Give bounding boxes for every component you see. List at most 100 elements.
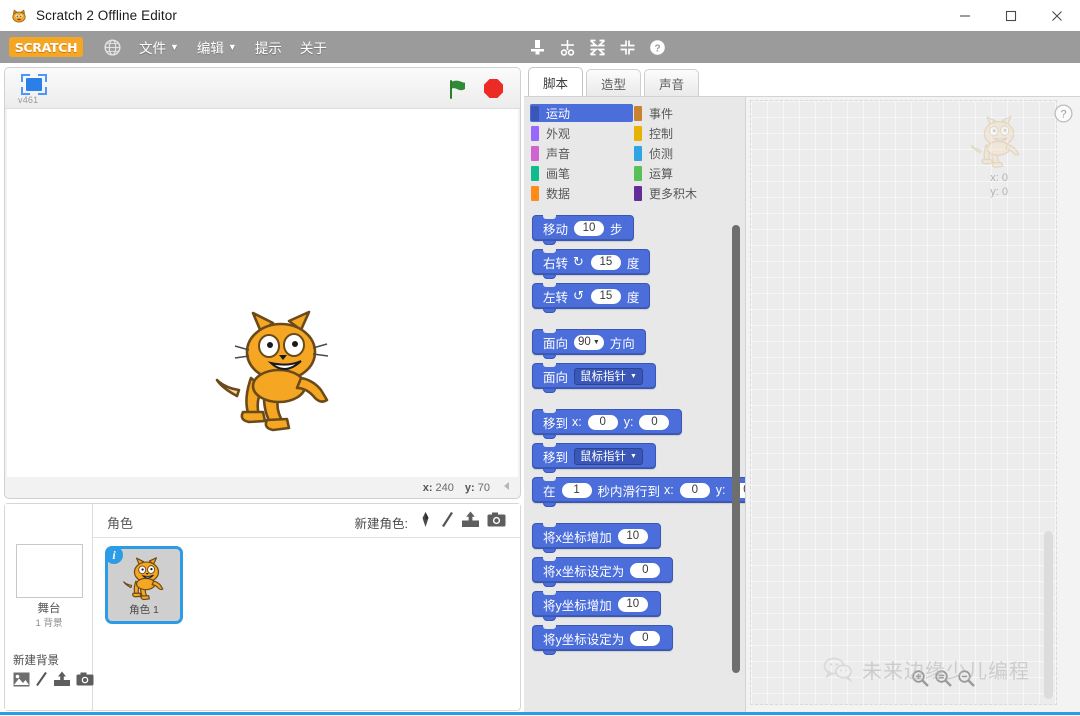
upload-icon[interactable] [461,511,480,533]
block-label: 移到 [543,416,569,431]
tab-costumes[interactable]: 造型 [586,69,641,96]
scratch-cat-sprite[interactable] [209,304,339,434]
close-icon[interactable] [1034,0,1080,31]
block-turn-right[interactable]: 右转 ↻ 15 度 [532,249,651,279]
category-data-label: 数据 [546,186,571,201]
category-looks[interactable]: 外观 [530,124,633,142]
block-row: 右转 ↻ 15 度 [524,249,745,279]
category-control[interactable]: 控制 [633,124,736,142]
library-image-icon[interactable] [13,672,30,692]
block-point-towards[interactable]: 面向 鼠标指针 ▼ [532,363,656,393]
stage-canvas[interactable] [7,109,518,477]
duplicate-icon[interactable] [528,38,546,56]
block-glide[interactable]: 在1秒内滑行到x:0y:0 [532,477,745,507]
block-number-input[interactable]: 15 [590,254,621,270]
block-number-input[interactable]: 10 [617,596,648,612]
canvas-scrollbar[interactable] [1044,531,1053,699]
block-move[interactable]: 移动 10 步 [532,215,634,245]
paint-brush-icon[interactable] [441,511,454,533]
block-label: 将x坐标设定为 [543,564,625,579]
block-number-dropdown[interactable]: 90 ▼ [574,334,604,350]
block-dropdown[interactable]: 鼠标指针 ▼ [574,367,643,385]
block-set-x-to[interactable]: 将x坐标设定为 0 [532,557,674,587]
menu-item-about[interactable]: 关于 [300,37,327,57]
script-canvas-area[interactable]: x: 0 y: 0 未来边缘少儿编程 [750,100,1057,705]
block-number-input[interactable]: 10 [617,528,648,544]
scratch-logo[interactable]: SCRATCH [9,37,83,57]
block-turn-left[interactable]: 左转 ↺ 15 度 [532,283,651,313]
shrink-icon[interactable] [618,38,636,56]
sprite-x-readout: x: 0 [990,172,1008,184]
cut-icon[interactable] [558,38,576,56]
block-label: 秒内滑行到 [597,484,661,499]
tab-scripts[interactable]: 脚本 [528,67,583,96]
block-dropdown[interactable]: 鼠标指针 ▼ [574,447,643,465]
category-motion[interactable]: 运动 [530,104,633,122]
chevron-down-icon: ▼ [170,41,179,52]
block-change-y-by[interactable]: 将y坐标增加 10 [532,591,661,621]
block-dropdown-value: 鼠标指针 [580,451,627,463]
menu-item-tips[interactable]: 提示 [255,37,282,57]
rotation-arrow-icon: ↻ [573,254,584,269]
block-go-to-xy[interactable]: 移到 x: 0 y: 0 [532,409,683,439]
stop-sign-icon[interactable] [483,78,504,99]
block-number-input[interactable]: 0 [639,414,670,430]
upload-icon[interactable] [53,671,71,692]
stage-column[interactable]: 舞台 1 背景 新建背景 [5,504,94,710]
block-row: 将y坐标设定为 0 [524,625,745,655]
category-events[interactable]: 事件 [633,104,736,122]
grow-icon[interactable] [588,38,606,56]
svg-text:?: ? [1060,109,1066,121]
category-more-blocks-label: 更多积木 [649,186,698,201]
block-label: 步 [610,222,623,237]
block-label: 左转 [543,290,569,305]
help-circle-icon[interactable]: ? [1053,103,1074,124]
minimize-icon[interactable] [942,0,988,31]
block-number-input[interactable]: 0 [679,482,710,498]
sprite-xy-readout: x: 0 y: 0 [990,171,1008,199]
block-number-input[interactable]: 0 [630,630,661,646]
category-data[interactable]: 数据 [530,184,633,202]
block-number-input[interactable]: 1 [561,482,592,498]
sprite-list: i 角色 1 [93,538,520,710]
stage-thumbnail[interactable] [16,544,83,598]
paint-brush-icon[interactable] [35,671,48,692]
category-pen[interactable]: 画笔 [530,164,633,182]
category-motion-label: 运动 [546,106,571,121]
collapse-left-icon[interactable] [497,476,517,496]
block-number-input[interactable]: 0 [587,414,618,430]
tab-sounds[interactable]: 声音 [644,69,699,96]
version-label: v461 [18,95,39,105]
block-point-in-direction[interactable]: 面向 90 ▼ 方向 [532,329,646,359]
menu-bar: SCRATCH 文件 ▼ 编辑 ▼ 提示 关于 ? [0,31,1080,63]
block-label: y: [715,483,726,497]
block-row: 在1秒内滑行到x:0y:0 [524,477,745,507]
block-change-x-by[interactable]: 将x坐标增加 10 [532,523,661,553]
camera-icon[interactable] [76,672,94,691]
block-number-input[interactable]: 10 [574,220,605,236]
category-sound[interactable]: 声音 [530,144,633,162]
category-operators[interactable]: 运算 [633,164,736,182]
block-number-input[interactable]: 15 [590,288,621,304]
menu-item-edit[interactable]: 编辑 ▼ [197,37,237,57]
list-item[interactable]: i 角色 1 [105,546,183,624]
camera-icon[interactable] [487,512,506,532]
script-canvas[interactable]: x: 0 y: 0 未来边缘少儿编程 ? [746,96,1080,715]
category-more-blocks[interactable]: 更多积木 [633,184,736,202]
globe-icon[interactable] [104,38,121,56]
block-number-input[interactable]: 0 [630,562,661,578]
help-icon[interactable]: ? [648,38,666,56]
block-go-to[interactable]: 移到 鼠标指针 ▼ [532,443,656,473]
palette-scrollbar[interactable] [732,225,740,673]
category-sensing[interactable]: 侦测 [633,144,736,162]
green-flag-icon[interactable] [446,78,468,100]
library-sprite-icon[interactable] [417,511,434,533]
block-group-gap [524,511,745,523]
block-row: 面向 90 ▼ 方向 [524,329,745,359]
menu-item-file[interactable]: 文件 ▼ [139,37,179,57]
category-color-chip [634,105,642,121]
mouse-y-label: y: [464,482,475,494]
scratch-cat-watermark [968,113,1024,169]
block-set-y-to[interactable]: 将y坐标设定为 0 [532,625,674,655]
maximize-icon[interactable] [988,0,1034,31]
